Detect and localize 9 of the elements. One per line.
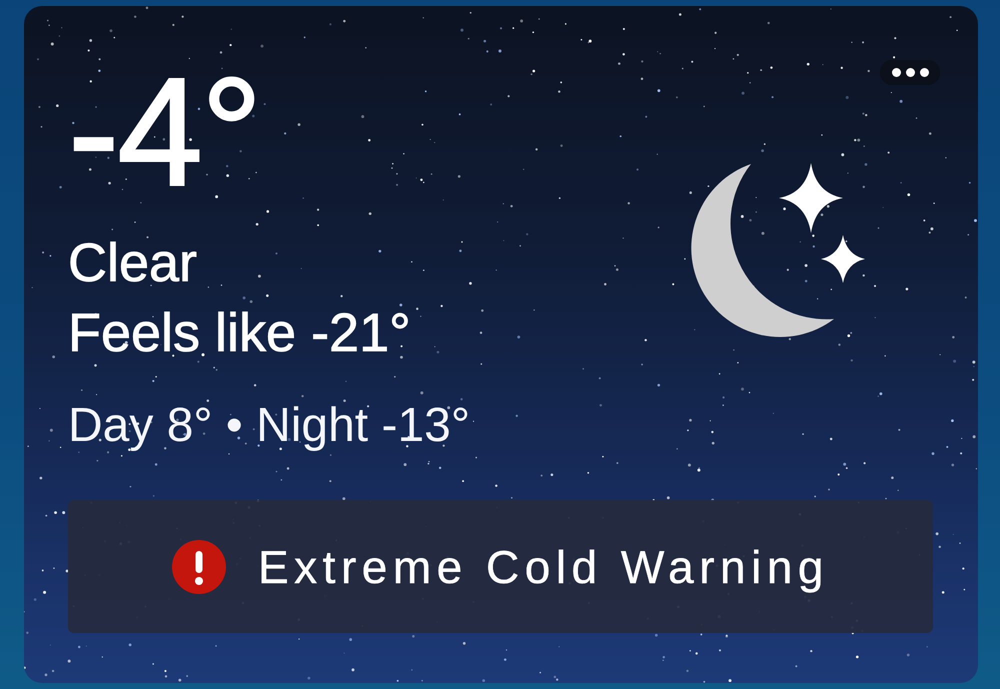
moon-stars-icon [691, 163, 866, 339]
more-button[interactable] [880, 60, 940, 85]
condition-text: Clear [68, 236, 198, 290]
alert-button[interactable]: Extreme Cold Warning [68, 500, 933, 633]
alert-icon [172, 540, 226, 594]
temperature-text: -4° [68, 55, 261, 209]
more-icon [892, 68, 928, 77]
day-night-text: Day 8° • Night -13° [68, 402, 470, 450]
feels-like-text: Feels like -21° [68, 306, 411, 360]
